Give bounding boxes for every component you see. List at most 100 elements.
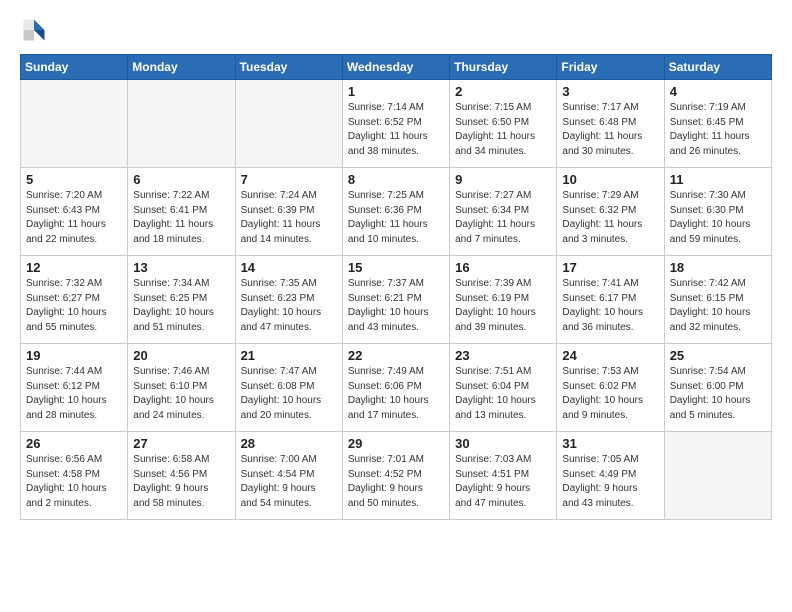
calendar-cell <box>664 432 771 520</box>
weekday-header-wednesday: Wednesday <box>342 55 449 80</box>
weekday-header-sunday: Sunday <box>21 55 128 80</box>
day-number: 3 <box>562 84 658 99</box>
day-number: 20 <box>133 348 229 363</box>
day-info: Sunrise: 7:46 AM Sunset: 6:10 PM Dayligh… <box>133 365 229 423</box>
page: SundayMondayTuesdayWednesdayThursdayFrid… <box>0 0 792 612</box>
day-info: Sunrise: 7:34 AM Sunset: 6:25 PM Dayligh… <box>133 277 229 335</box>
calendar-cell: 30 Sunrise: 7:03 AM Sunset: 4:51 PM Dayli… <box>450 432 557 520</box>
day-info: Sunrise: 7:24 AM Sunset: 6:39 PM Dayligh… <box>241 189 337 247</box>
day-number: 29 <box>348 436 444 451</box>
calendar-cell: 26 Sunrise: 6:56 AM Sunset: 4:58 PM Dayli… <box>21 432 128 520</box>
calendar-cell <box>128 80 235 168</box>
calendar-cell: 12Sunrise: 7:32 AM Sunset: 6:27 PM Dayli… <box>21 256 128 344</box>
calendar-cell: 4 Sunrise: 7:19 AM Sunset: 6:45 PM Daylig… <box>664 80 771 168</box>
day-number: 18 <box>670 260 766 275</box>
day-number: 15 <box>348 260 444 275</box>
day-number: 17 <box>562 260 658 275</box>
day-number: 4 <box>670 84 766 99</box>
day-number: 5 <box>26 172 122 187</box>
day-info: Sunrise: 7:37 AM Sunset: 6:21 PM Dayligh… <box>348 277 444 335</box>
day-number: 19 <box>26 348 122 363</box>
calendar-cell: 21Sunrise: 7:47 AM Sunset: 6:08 PM Dayli… <box>235 344 342 432</box>
calendar-cell: 28 Sunrise: 7:00 AM Sunset: 4:54 PM Dayli… <box>235 432 342 520</box>
day-number: 7 <box>241 172 337 187</box>
day-number: 28 <box>241 436 337 451</box>
calendar-cell: 27 Sunrise: 6:58 AM Sunset: 4:56 PM Dayli… <box>128 432 235 520</box>
logo <box>20 16 52 44</box>
day-number: 24 <box>562 348 658 363</box>
weekday-header-friday: Friday <box>557 55 664 80</box>
calendar-cell <box>235 80 342 168</box>
calendar-cell: 1 Sunrise: 7:14 AM Sunset: 6:52 PM Daylig… <box>342 80 449 168</box>
day-info: Sunrise: 7:14 AM Sunset: 6:52 PM Dayligh… <box>348 101 444 159</box>
day-info: Sunrise: 7:41 AM Sunset: 6:17 PM Dayligh… <box>562 277 658 335</box>
day-number: 30 <box>455 436 551 451</box>
day-info: Sunrise: 7:20 AM Sunset: 6:43 PM Dayligh… <box>26 189 122 247</box>
calendar-cell: 11 Sunrise: 7:30 AM Sunset: 6:30 PM Dayli… <box>664 168 771 256</box>
calendar-cell: 7 Sunrise: 7:24 AM Sunset: 6:39 PM Daylig… <box>235 168 342 256</box>
weekday-header-tuesday: Tuesday <box>235 55 342 80</box>
day-info: Sunrise: 7:03 AM Sunset: 4:51 PM Dayligh… <box>455 453 551 511</box>
day-info: Sunrise: 7:00 AM Sunset: 4:54 PM Dayligh… <box>241 453 337 511</box>
day-number: 14 <box>241 260 337 275</box>
day-number: 8 <box>348 172 444 187</box>
day-info: Sunrise: 7:17 AM Sunset: 6:48 PM Dayligh… <box>562 101 658 159</box>
calendar-cell: 24 Sunrise: 7:53 AM Sunset: 6:02 PM Dayli… <box>557 344 664 432</box>
day-number: 23 <box>455 348 551 363</box>
calendar-cell: 2Sunrise: 7:15 AM Sunset: 6:50 PM Daylig… <box>450 80 557 168</box>
calendar-cell: 17 Sunrise: 7:41 AM Sunset: 6:17 PM Dayli… <box>557 256 664 344</box>
logo-icon <box>20 16 48 44</box>
day-info: Sunrise: 7:51 AM Sunset: 6:04 PM Dayligh… <box>455 365 551 423</box>
day-number: 1 <box>348 84 444 99</box>
day-number: 26 <box>26 436 122 451</box>
calendar-cell: 25 Sunrise: 7:54 AM Sunset: 6:00 PM Dayli… <box>664 344 771 432</box>
day-info: Sunrise: 7:15 AM Sunset: 6:50 PM Dayligh… <box>455 101 551 159</box>
day-number: 22 <box>348 348 444 363</box>
day-info: Sunrise: 7:01 AM Sunset: 4:52 PM Dayligh… <box>348 453 444 511</box>
day-number: 27 <box>133 436 229 451</box>
day-info: Sunrise: 7:39 AM Sunset: 6:19 PM Dayligh… <box>455 277 551 335</box>
day-info: Sunrise: 7:35 AM Sunset: 6:23 PM Dayligh… <box>241 277 337 335</box>
weekday-header-saturday: Saturday <box>664 55 771 80</box>
calendar: SundayMondayTuesdayWednesdayThursdayFrid… <box>20 54 772 520</box>
week-row-4: 26 Sunrise: 6:56 AM Sunset: 4:58 PM Dayli… <box>21 432 772 520</box>
day-number: 25 <box>670 348 766 363</box>
day-number: 16 <box>455 260 551 275</box>
day-info: Sunrise: 6:56 AM Sunset: 4:58 PM Dayligh… <box>26 453 122 511</box>
calendar-cell <box>21 80 128 168</box>
calendar-cell: 10Sunrise: 7:29 AM Sunset: 6:32 PM Dayli… <box>557 168 664 256</box>
day-info: Sunrise: 7:05 AM Sunset: 4:49 PM Dayligh… <box>562 453 658 511</box>
week-row-0: 1 Sunrise: 7:14 AM Sunset: 6:52 PM Daylig… <box>21 80 772 168</box>
day-number: 21 <box>241 348 337 363</box>
calendar-cell: 3 Sunrise: 7:17 AM Sunset: 6:48 PM Daylig… <box>557 80 664 168</box>
day-info: Sunrise: 7:25 AM Sunset: 6:36 PM Dayligh… <box>348 189 444 247</box>
calendar-cell: 16 Sunrise: 7:39 AM Sunset: 6:19 PM Dayli… <box>450 256 557 344</box>
calendar-cell: 5 Sunrise: 7:20 AM Sunset: 6:43 PM Daylig… <box>21 168 128 256</box>
day-info: Sunrise: 7:54 AM Sunset: 6:00 PM Dayligh… <box>670 365 766 423</box>
calendar-cell: 22Sunrise: 7:49 AM Sunset: 6:06 PM Dayli… <box>342 344 449 432</box>
calendar-cell: 23 Sunrise: 7:51 AM Sunset: 6:04 PM Dayli… <box>450 344 557 432</box>
day-number: 31 <box>562 436 658 451</box>
header <box>20 16 772 44</box>
day-number: 10 <box>562 172 658 187</box>
day-info: Sunrise: 7:27 AM Sunset: 6:34 PM Dayligh… <box>455 189 551 247</box>
day-info: Sunrise: 7:19 AM Sunset: 6:45 PM Dayligh… <box>670 101 766 159</box>
week-row-2: 12Sunrise: 7:32 AM Sunset: 6:27 PM Dayli… <box>21 256 772 344</box>
calendar-cell: 8 Sunrise: 7:25 AM Sunset: 6:36 PM Daylig… <box>342 168 449 256</box>
calendar-cell: 29 Sunrise: 7:01 AM Sunset: 4:52 PM Dayli… <box>342 432 449 520</box>
day-info: Sunrise: 7:53 AM Sunset: 6:02 PM Dayligh… <box>562 365 658 423</box>
calendar-cell: 9Sunrise: 7:27 AM Sunset: 6:34 PM Daylig… <box>450 168 557 256</box>
day-info: Sunrise: 7:42 AM Sunset: 6:15 PM Dayligh… <box>670 277 766 335</box>
calendar-cell: 14 Sunrise: 7:35 AM Sunset: 6:23 PM Dayli… <box>235 256 342 344</box>
day-number: 11 <box>670 172 766 187</box>
day-info: Sunrise: 7:44 AM Sunset: 6:12 PM Dayligh… <box>26 365 122 423</box>
week-row-1: 5 Sunrise: 7:20 AM Sunset: 6:43 PM Daylig… <box>21 168 772 256</box>
day-info: Sunrise: 7:30 AM Sunset: 6:30 PM Dayligh… <box>670 189 766 247</box>
calendar-cell: 13Sunrise: 7:34 AM Sunset: 6:25 PM Dayli… <box>128 256 235 344</box>
day-info: Sunrise: 6:58 AM Sunset: 4:56 PM Dayligh… <box>133 453 229 511</box>
calendar-cell: 19 Sunrise: 7:44 AM Sunset: 6:12 PM Dayli… <box>21 344 128 432</box>
weekday-header-row: SundayMondayTuesdayWednesdayThursdayFrid… <box>21 55 772 80</box>
calendar-cell: 15 Sunrise: 7:37 AM Sunset: 6:21 PM Dayli… <box>342 256 449 344</box>
day-info: Sunrise: 7:32 AM Sunset: 6:27 PM Dayligh… <box>26 277 122 335</box>
week-row-3: 19 Sunrise: 7:44 AM Sunset: 6:12 PM Dayli… <box>21 344 772 432</box>
